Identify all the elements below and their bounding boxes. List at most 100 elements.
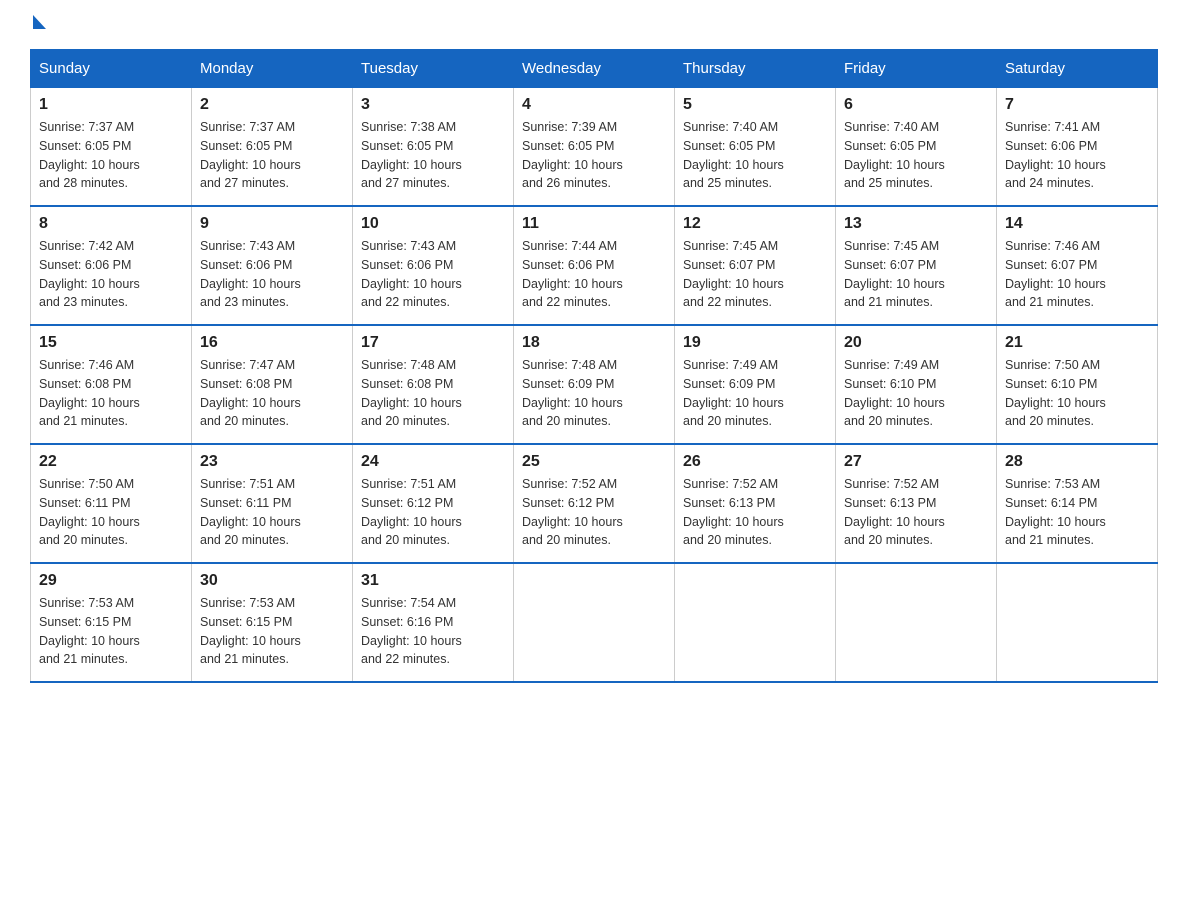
day-info: Sunrise: 7:45 AMSunset: 6:07 PMDaylight:… [683, 237, 827, 312]
calendar-cell [836, 563, 997, 682]
calendar-cell: 5 Sunrise: 7:40 AMSunset: 6:05 PMDaylight… [675, 88, 836, 207]
day-info: Sunrise: 7:47 AMSunset: 6:08 PMDaylight:… [200, 356, 344, 431]
day-info: Sunrise: 7:40 AMSunset: 6:05 PMDaylight:… [844, 118, 988, 193]
calendar-cell: 7 Sunrise: 7:41 AMSunset: 6:06 PMDaylight… [997, 88, 1158, 207]
calendar-cell: 9 Sunrise: 7:43 AMSunset: 6:06 PMDaylight… [192, 206, 353, 325]
calendar-cell: 25Sunrise: 7:52 AMSunset: 6:12 PMDayligh… [514, 444, 675, 563]
day-info: Sunrise: 7:38 AMSunset: 6:05 PMDaylight:… [361, 118, 505, 193]
day-number: 11 [522, 215, 666, 233]
header-wednesday: Wednesday [514, 50, 675, 88]
day-number: 24 [361, 453, 505, 471]
day-info: Sunrise: 7:37 AMSunset: 6:05 PMDaylight:… [200, 118, 344, 193]
week-row-5: 29 Sunrise: 7:53 AMSunset: 6:15 PMDayligh… [31, 563, 1158, 682]
day-number: 12 [683, 215, 827, 233]
day-number: 29 [39, 572, 183, 590]
day-info: Sunrise: 7:48 AMSunset: 6:08 PMDaylight:… [361, 356, 505, 431]
day-info: Sunrise: 7:50 AMSunset: 6:10 PMDaylight:… [1005, 356, 1149, 431]
day-info: Sunrise: 7:46 AMSunset: 6:08 PMDaylight:… [39, 356, 183, 431]
calendar-cell [997, 563, 1158, 682]
calendar-cell: 18 Sunrise: 7:48 AMSunset: 6:09 PMDayligh… [514, 325, 675, 444]
day-number: 13 [844, 215, 988, 233]
day-number: 4 [522, 96, 666, 114]
day-info: Sunrise: 7:43 AMSunset: 6:06 PMDaylight:… [361, 237, 505, 312]
day-number: 22 [39, 453, 183, 471]
header-monday: Monday [192, 50, 353, 88]
day-info: Sunrise: 7:52 AMSunset: 6:13 PMDaylight:… [844, 475, 988, 550]
day-info: Sunrise: 7:43 AMSunset: 6:06 PMDaylight:… [200, 237, 344, 312]
calendar-cell: 12 Sunrise: 7:45 AMSunset: 6:07 PMDayligh… [675, 206, 836, 325]
day-info: Sunrise: 7:41 AMSunset: 6:06 PMDaylight:… [1005, 118, 1149, 193]
header-tuesday: Tuesday [353, 50, 514, 88]
calendar-cell: 19 Sunrise: 7:49 AMSunset: 6:09 PMDayligh… [675, 325, 836, 444]
calendar-cell: 14 Sunrise: 7:46 AMSunset: 6:07 PMDayligh… [997, 206, 1158, 325]
day-number: 28 [1005, 453, 1149, 471]
day-number: 30 [200, 572, 344, 590]
calendar-cell: 10 Sunrise: 7:43 AMSunset: 6:06 PMDayligh… [353, 206, 514, 325]
week-row-3: 15 Sunrise: 7:46 AMSunset: 6:08 PMDayligh… [31, 325, 1158, 444]
day-number: 8 [39, 215, 183, 233]
calendar-cell: 13Sunrise: 7:45 AMSunset: 6:07 PMDayligh… [836, 206, 997, 325]
day-number: 2 [200, 96, 344, 114]
header-saturday: Saturday [997, 50, 1158, 88]
calendar-cell: 20 Sunrise: 7:49 AMSunset: 6:10 PMDayligh… [836, 325, 997, 444]
day-info: Sunrise: 7:44 AMSunset: 6:06 PMDaylight:… [522, 237, 666, 312]
calendar-cell: 26Sunrise: 7:52 AMSunset: 6:13 PMDayligh… [675, 444, 836, 563]
header [30, 20, 1158, 29]
day-number: 1 [39, 96, 183, 114]
day-number: 6 [844, 96, 988, 114]
calendar-cell: 28 Sunrise: 7:53 AMSunset: 6:14 PMDayligh… [997, 444, 1158, 563]
calendar-cell: 3 Sunrise: 7:38 AMSunset: 6:05 PMDaylight… [353, 88, 514, 207]
day-info: Sunrise: 7:39 AMSunset: 6:05 PMDaylight:… [522, 118, 666, 193]
logo-arrow-icon [33, 15, 46, 29]
day-number: 21 [1005, 334, 1149, 352]
day-number: 27 [844, 453, 988, 471]
day-info: Sunrise: 7:48 AMSunset: 6:09 PMDaylight:… [522, 356, 666, 431]
day-number: 16 [200, 334, 344, 352]
day-info: Sunrise: 7:40 AMSunset: 6:05 PMDaylight:… [683, 118, 827, 193]
calendar-cell: 4 Sunrise: 7:39 AMSunset: 6:05 PMDaylight… [514, 88, 675, 207]
calendar-cell: 21 Sunrise: 7:50 AMSunset: 6:10 PMDayligh… [997, 325, 1158, 444]
day-number: 17 [361, 334, 505, 352]
week-row-2: 8Sunrise: 7:42 AMSunset: 6:06 PMDaylight… [31, 206, 1158, 325]
calendar-cell: 30 Sunrise: 7:53 AMSunset: 6:15 PMDayligh… [192, 563, 353, 682]
day-number: 26 [683, 453, 827, 471]
day-info: Sunrise: 7:51 AMSunset: 6:12 PMDaylight:… [361, 475, 505, 550]
calendar-cell: 29Sunrise: 7:53 AMSunset: 6:15 PMDayligh… [31, 563, 192, 682]
calendar-cell [514, 563, 675, 682]
calendar-cell: 15 Sunrise: 7:46 AMSunset: 6:08 PMDayligh… [31, 325, 192, 444]
day-number: 3 [361, 96, 505, 114]
day-number: 23 [200, 453, 344, 471]
day-info: Sunrise: 7:53 AMSunset: 6:14 PMDaylight:… [1005, 475, 1149, 550]
calendar-cell: 16 Sunrise: 7:47 AMSunset: 6:08 PMDayligh… [192, 325, 353, 444]
calendar-cell: 6 Sunrise: 7:40 AMSunset: 6:05 PMDaylight… [836, 88, 997, 207]
calendar-cell: 22 Sunrise: 7:50 AMSunset: 6:11 PMDayligh… [31, 444, 192, 563]
day-info: Sunrise: 7:54 AMSunset: 6:16 PMDaylight:… [361, 594, 505, 669]
logo [30, 20, 46, 29]
day-number: 15 [39, 334, 183, 352]
header-sunday: Sunday [31, 50, 192, 88]
calendar-cell: 24 Sunrise: 7:51 AMSunset: 6:12 PMDayligh… [353, 444, 514, 563]
day-number: 10 [361, 215, 505, 233]
day-info: Sunrise: 7:51 AMSunset: 6:11 PMDaylight:… [200, 475, 344, 550]
header-friday: Friday [836, 50, 997, 88]
day-number: 7 [1005, 96, 1149, 114]
calendar-cell: 27 Sunrise: 7:52 AMSunset: 6:13 PMDayligh… [836, 444, 997, 563]
calendar-cell: 31Sunrise: 7:54 AMSunset: 6:16 PMDayligh… [353, 563, 514, 682]
day-number: 5 [683, 96, 827, 114]
day-number: 19 [683, 334, 827, 352]
calendar-table: SundayMondayTuesdayWednesdayThursdayFrid… [30, 49, 1158, 683]
day-info: Sunrise: 7:53 AMSunset: 6:15 PMDaylight:… [200, 594, 344, 669]
day-info: Sunrise: 7:49 AMSunset: 6:10 PMDaylight:… [844, 356, 988, 431]
calendar-cell: 17 Sunrise: 7:48 AMSunset: 6:08 PMDayligh… [353, 325, 514, 444]
week-row-4: 22 Sunrise: 7:50 AMSunset: 6:11 PMDayligh… [31, 444, 1158, 563]
day-info: Sunrise: 7:49 AMSunset: 6:09 PMDaylight:… [683, 356, 827, 431]
calendar-cell: 23 Sunrise: 7:51 AMSunset: 6:11 PMDayligh… [192, 444, 353, 563]
day-info: Sunrise: 7:50 AMSunset: 6:11 PMDaylight:… [39, 475, 183, 550]
day-info: Sunrise: 7:46 AMSunset: 6:07 PMDaylight:… [1005, 237, 1149, 312]
day-number: 14 [1005, 215, 1149, 233]
week-row-1: 1 Sunrise: 7:37 AMSunset: 6:05 PMDaylight… [31, 88, 1158, 207]
day-number: 9 [200, 215, 344, 233]
day-number: 18 [522, 334, 666, 352]
day-number: 20 [844, 334, 988, 352]
calendar-cell: 2 Sunrise: 7:37 AMSunset: 6:05 PMDaylight… [192, 88, 353, 207]
